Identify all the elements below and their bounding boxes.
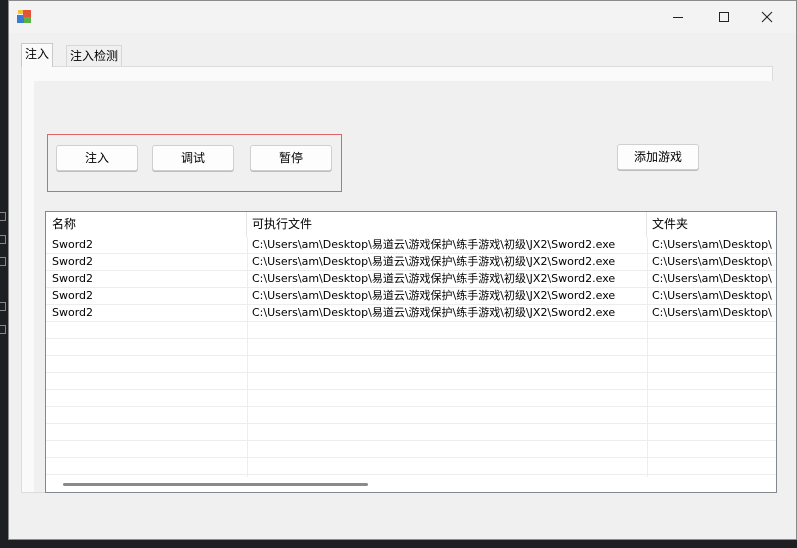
empty-row xyxy=(46,390,776,407)
inner-panel: 注入 调试 暂停 添加游戏 名称 可执行文件 文件夹 Sword2 C:\Use… xyxy=(34,81,777,493)
maximize-icon xyxy=(719,11,729,22)
pause-button[interactable]: 暂停 xyxy=(250,145,332,171)
scrollbar-thumb[interactable] xyxy=(63,483,368,486)
cell-executable: C:\Users\am\Desktop\易道云\游戏保护\练手游戏\初级\JX2… xyxy=(252,255,616,268)
title-bar[interactable] xyxy=(9,1,796,33)
cell-name: Sword2 xyxy=(52,255,94,268)
tab-inject[interactable]: 注入 xyxy=(21,43,54,67)
app-icon xyxy=(17,10,31,23)
minimize-button[interactable] xyxy=(655,1,701,32)
cell-folder: C:\Users\am\Desktop\ xyxy=(652,272,772,285)
empty-row xyxy=(46,441,776,458)
empty-row xyxy=(46,356,776,373)
horizontal-scrollbar[interactable] xyxy=(46,478,776,492)
close-icon xyxy=(761,11,773,22)
minimize-icon xyxy=(673,16,683,18)
background-editor-strip xyxy=(0,0,8,548)
fold-marker xyxy=(0,325,6,334)
empty-row xyxy=(46,407,776,424)
cell-executable: C:\Users\am\Desktop\易道云\游戏保护\练手游戏\初级\JX2… xyxy=(252,289,616,302)
empty-row xyxy=(46,424,776,441)
table-row[interactable]: Sword2 C:\Users\am\Desktop\易道云\游戏保护\练手游戏… xyxy=(46,254,776,271)
empty-row xyxy=(46,322,776,339)
cell-executable: C:\Users\am\Desktop\易道云\游戏保护\练手游戏\初级\JX2… xyxy=(252,306,616,319)
column-header-folder[interactable]: 文件夹 xyxy=(646,212,776,237)
tab-panel-inject: 注入 调试 暂停 添加游戏 名称 可执行文件 文件夹 Sword2 C:\Use… xyxy=(21,66,777,493)
empty-row xyxy=(46,373,776,390)
list-header: 名称 可执行文件 文件夹 xyxy=(46,212,776,237)
column-header-name[interactable]: 名称 xyxy=(46,212,246,237)
fold-marker xyxy=(0,212,6,221)
cell-folder: C:\Users\am\Desktop\ xyxy=(652,238,772,251)
cell-name: Sword2 xyxy=(52,306,94,319)
table-row[interactable]: Sword2 C:\Users\am\Desktop\易道云\游戏保护\练手游戏… xyxy=(46,288,776,305)
close-button[interactable] xyxy=(744,1,790,32)
cell-name: Sword2 xyxy=(52,272,94,285)
table-row[interactable]: Sword2 C:\Users\am\Desktop\易道云\游戏保护\练手游戏… xyxy=(46,271,776,288)
add-game-button[interactable]: 添加游戏 xyxy=(617,144,699,170)
tab-inject-detect[interactable]: 注入检测 xyxy=(66,45,123,66)
fold-marker xyxy=(0,235,6,244)
cell-executable: C:\Users\am\Desktop\易道云\游戏保护\练手游戏\初级\JX2… xyxy=(252,238,616,251)
fold-marker xyxy=(0,257,6,266)
cell-folder: C:\Users\am\Desktop\ xyxy=(652,255,772,268)
game-list-view[interactable]: 名称 可执行文件 文件夹 Sword2 C:\Users\am\Desktop\… xyxy=(45,211,777,493)
empty-row xyxy=(46,458,776,475)
main-window: 注入 注入检测 注入 调试 暂停 添加游戏 名称 可执行文件 文件夹 Sword… xyxy=(8,0,797,540)
table-row[interactable]: Sword2 C:\Users\am\Desktop\易道云\游戏保护\练手游戏… xyxy=(46,237,776,254)
fold-marker xyxy=(0,302,6,311)
debug-button[interactable]: 调试 xyxy=(152,145,234,171)
inject-button[interactable]: 注入 xyxy=(56,145,138,171)
cell-folder: C:\Users\am\Desktop\ xyxy=(652,306,772,319)
cell-name: Sword2 xyxy=(52,289,94,302)
empty-row xyxy=(46,339,776,356)
cell-executable: C:\Users\am\Desktop\易道云\游戏保护\练手游戏\初级\JX2… xyxy=(252,272,616,285)
maximize-button[interactable] xyxy=(701,1,747,32)
table-row[interactable]: Sword2 C:\Users\am\Desktop\易道云\游戏保护\练手游戏… xyxy=(46,305,776,322)
column-header-executable[interactable]: 可执行文件 xyxy=(246,212,646,237)
cell-folder: C:\Users\am\Desktop\ xyxy=(652,289,772,302)
cell-name: Sword2 xyxy=(52,238,94,251)
